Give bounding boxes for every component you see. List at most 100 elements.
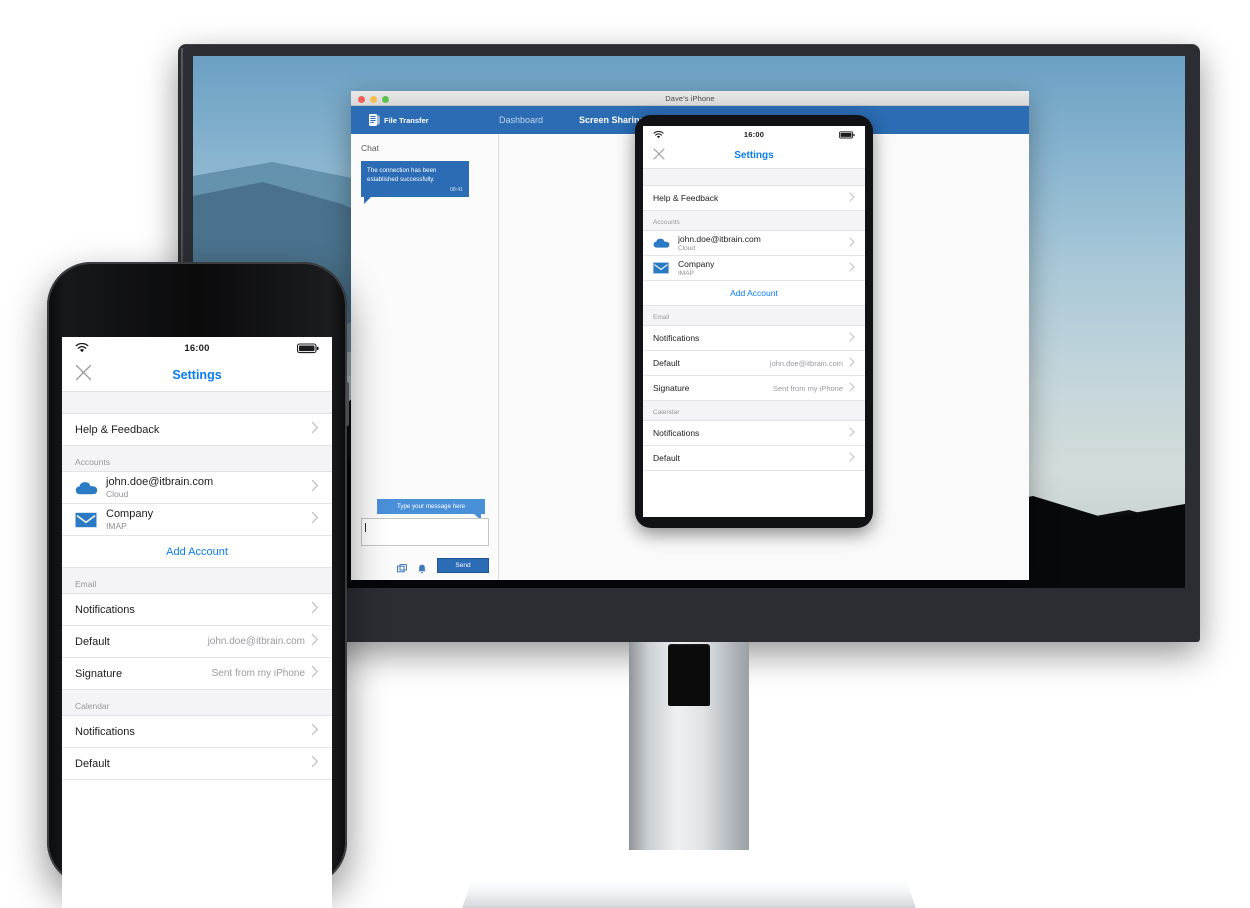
row-calendar-default[interactable]: Default — [643, 446, 865, 471]
power-button[interactable] — [346, 382, 349, 426]
row-label: Help & Feedback — [653, 193, 719, 203]
chevron-right-icon — [311, 665, 319, 683]
chat-panel: Chat The connection has been established… — [351, 134, 499, 580]
row-email-default[interactable]: Default john.doe@itbrain.com — [62, 626, 332, 658]
message-input[interactable] — [361, 518, 489, 546]
row-calendar-notifications[interactable]: Notifications — [62, 716, 332, 748]
status-bar-small: 16:00 — [643, 126, 865, 143]
row-account-company[interactable]: Company IMAP — [62, 504, 332, 536]
alert-bell-icon[interactable] — [417, 561, 427, 573]
zoom-button[interactable] — [382, 95, 389, 103]
screenshot-icon[interactable] — [397, 561, 407, 572]
row-email-notifications[interactable]: Notifications — [643, 326, 865, 351]
row-label: Notifications — [653, 333, 700, 343]
row-label: Default — [653, 358, 680, 368]
row-label: Notifications — [75, 725, 135, 738]
row-account-cloud[interactable]: john.doe@itbrain.com Cloud — [62, 472, 332, 504]
group-header-email: Email — [62, 568, 332, 594]
close-icon[interactable] — [75, 364, 92, 386]
row-account-company[interactable]: Company IMAP — [643, 256, 865, 281]
add-account-label: Add Account — [166, 545, 228, 558]
row-main: john.doe@itbrain.com Cloud — [106, 476, 311, 499]
chevron-right-icon — [311, 633, 319, 651]
group-header-calendar: Calendar — [62, 690, 332, 716]
group-header-email: Email — [643, 306, 865, 326]
envelope-icon — [75, 512, 106, 528]
row-help-feedback[interactable]: Help & Feedback — [62, 414, 332, 446]
add-account-button[interactable]: Add Account — [62, 536, 332, 568]
window-title: Dave's iPhone — [665, 94, 715, 103]
row-label: Notifications — [653, 428, 700, 438]
chevron-right-icon — [849, 379, 855, 397]
row-label: john.doe@itbrain.com — [678, 234, 761, 244]
brand[interactable]: File Transfer — [369, 114, 499, 126]
cloud-icon — [75, 480, 106, 496]
row-label: Help & Feedback — [75, 423, 160, 436]
row-value: Sent from my iPhone — [772, 383, 843, 393]
status-bar-time: 16:00 — [743, 130, 765, 139]
ios-settings-big: 16:00 Settings Help & Feedback Accounts … — [62, 337, 332, 780]
row-label: Default — [75, 635, 110, 648]
row-calendar-default[interactable]: Default — [62, 748, 332, 780]
close-icon[interactable] — [653, 147, 665, 165]
stand-cable-cutout — [668, 644, 710, 706]
row-main: Company IMAP — [678, 259, 849, 277]
chevron-right-icon — [311, 479, 319, 497]
cloud-icon — [653, 237, 678, 249]
chevron-right-icon — [311, 723, 319, 741]
chevron-right-icon — [311, 601, 319, 619]
group-spacer — [62, 392, 332, 414]
row-sublabel: IMAP — [678, 270, 694, 277]
chevron-right-icon — [849, 259, 855, 277]
row-sublabel: Cloud — [678, 245, 695, 252]
chevron-right-icon — [311, 755, 319, 773]
ios-nav-title: Settings — [734, 150, 774, 161]
row-sublabel: Cloud — [106, 489, 129, 499]
row-label: Signature — [75, 667, 123, 680]
window-traffic-lights[interactable] — [358, 95, 389, 103]
row-label: Signature — [653, 383, 690, 393]
window-title-bar[interactable]: Dave's iPhone — [351, 91, 1029, 106]
wifi-icon — [653, 130, 687, 139]
row-value: john.doe@itbrain.com — [207, 636, 305, 647]
chevron-right-icon — [311, 511, 319, 529]
row-email-notifications[interactable]: Notifications — [62, 594, 332, 626]
chat-heading: Chat — [361, 143, 379, 153]
add-account-label: Add Account — [730, 288, 778, 298]
chat-action-bar: Send — [361, 558, 489, 573]
row-calendar-notifications[interactable]: Notifications — [643, 421, 865, 446]
row-email-signature[interactable]: Signature Sent from my iPhone — [643, 376, 865, 401]
group-header-accounts: Accounts — [643, 211, 865, 231]
row-email-default[interactable]: Default john.doe@itbrain.com — [643, 351, 865, 376]
add-account-button[interactable]: Add Account — [643, 281, 865, 306]
ios-nav-bar-small: Settings — [643, 143, 865, 169]
chat-message-text: The connection has been established succ… — [367, 167, 437, 184]
row-label: Notifications — [75, 603, 135, 616]
battery-icon — [821, 130, 855, 139]
group-spacer — [643, 169, 865, 186]
chevron-right-icon — [849, 189, 855, 207]
status-bar-big: 16:00 — [62, 337, 332, 359]
row-email-signature[interactable]: Signature Sent from my iPhone — [62, 658, 332, 690]
ios-settings-small: 16:00 Settings Help & Feedback Accounts … — [643, 126, 865, 471]
mirrored-iphone-screen: 16:00 Settings Help & Feedback Accounts … — [643, 126, 865, 517]
chat-message-time: 08:41 — [450, 186, 463, 193]
chevron-right-icon — [849, 354, 855, 372]
text-caret — [365, 523, 366, 532]
chevron-right-icon — [849, 234, 855, 252]
close-button[interactable] — [358, 95, 365, 103]
minimize-button[interactable] — [370, 95, 377, 103]
iphone-device: 16:00 Settings Help & Feedback Accounts … — [47, 262, 349, 908]
monitor-stand-base — [461, 880, 917, 908]
row-help-feedback[interactable]: Help & Feedback — [643, 186, 865, 211]
monitor-stand-neck — [629, 642, 749, 850]
row-account-cloud[interactable]: john.doe@itbrain.com Cloud — [643, 231, 865, 256]
row-label: Default — [75, 757, 110, 770]
chevron-right-icon — [849, 449, 855, 467]
ios-nav-bar-big: Settings — [62, 359, 332, 392]
row-label: Default — [653, 453, 680, 463]
row-main: john.doe@itbrain.com Cloud — [678, 234, 849, 252]
nav-item-dashboard[interactable]: Dashboard — [499, 115, 543, 125]
nav-item-screen-sharing[interactable]: Screen Sharing — [579, 115, 645, 125]
send-button[interactable]: Send — [437, 558, 489, 573]
